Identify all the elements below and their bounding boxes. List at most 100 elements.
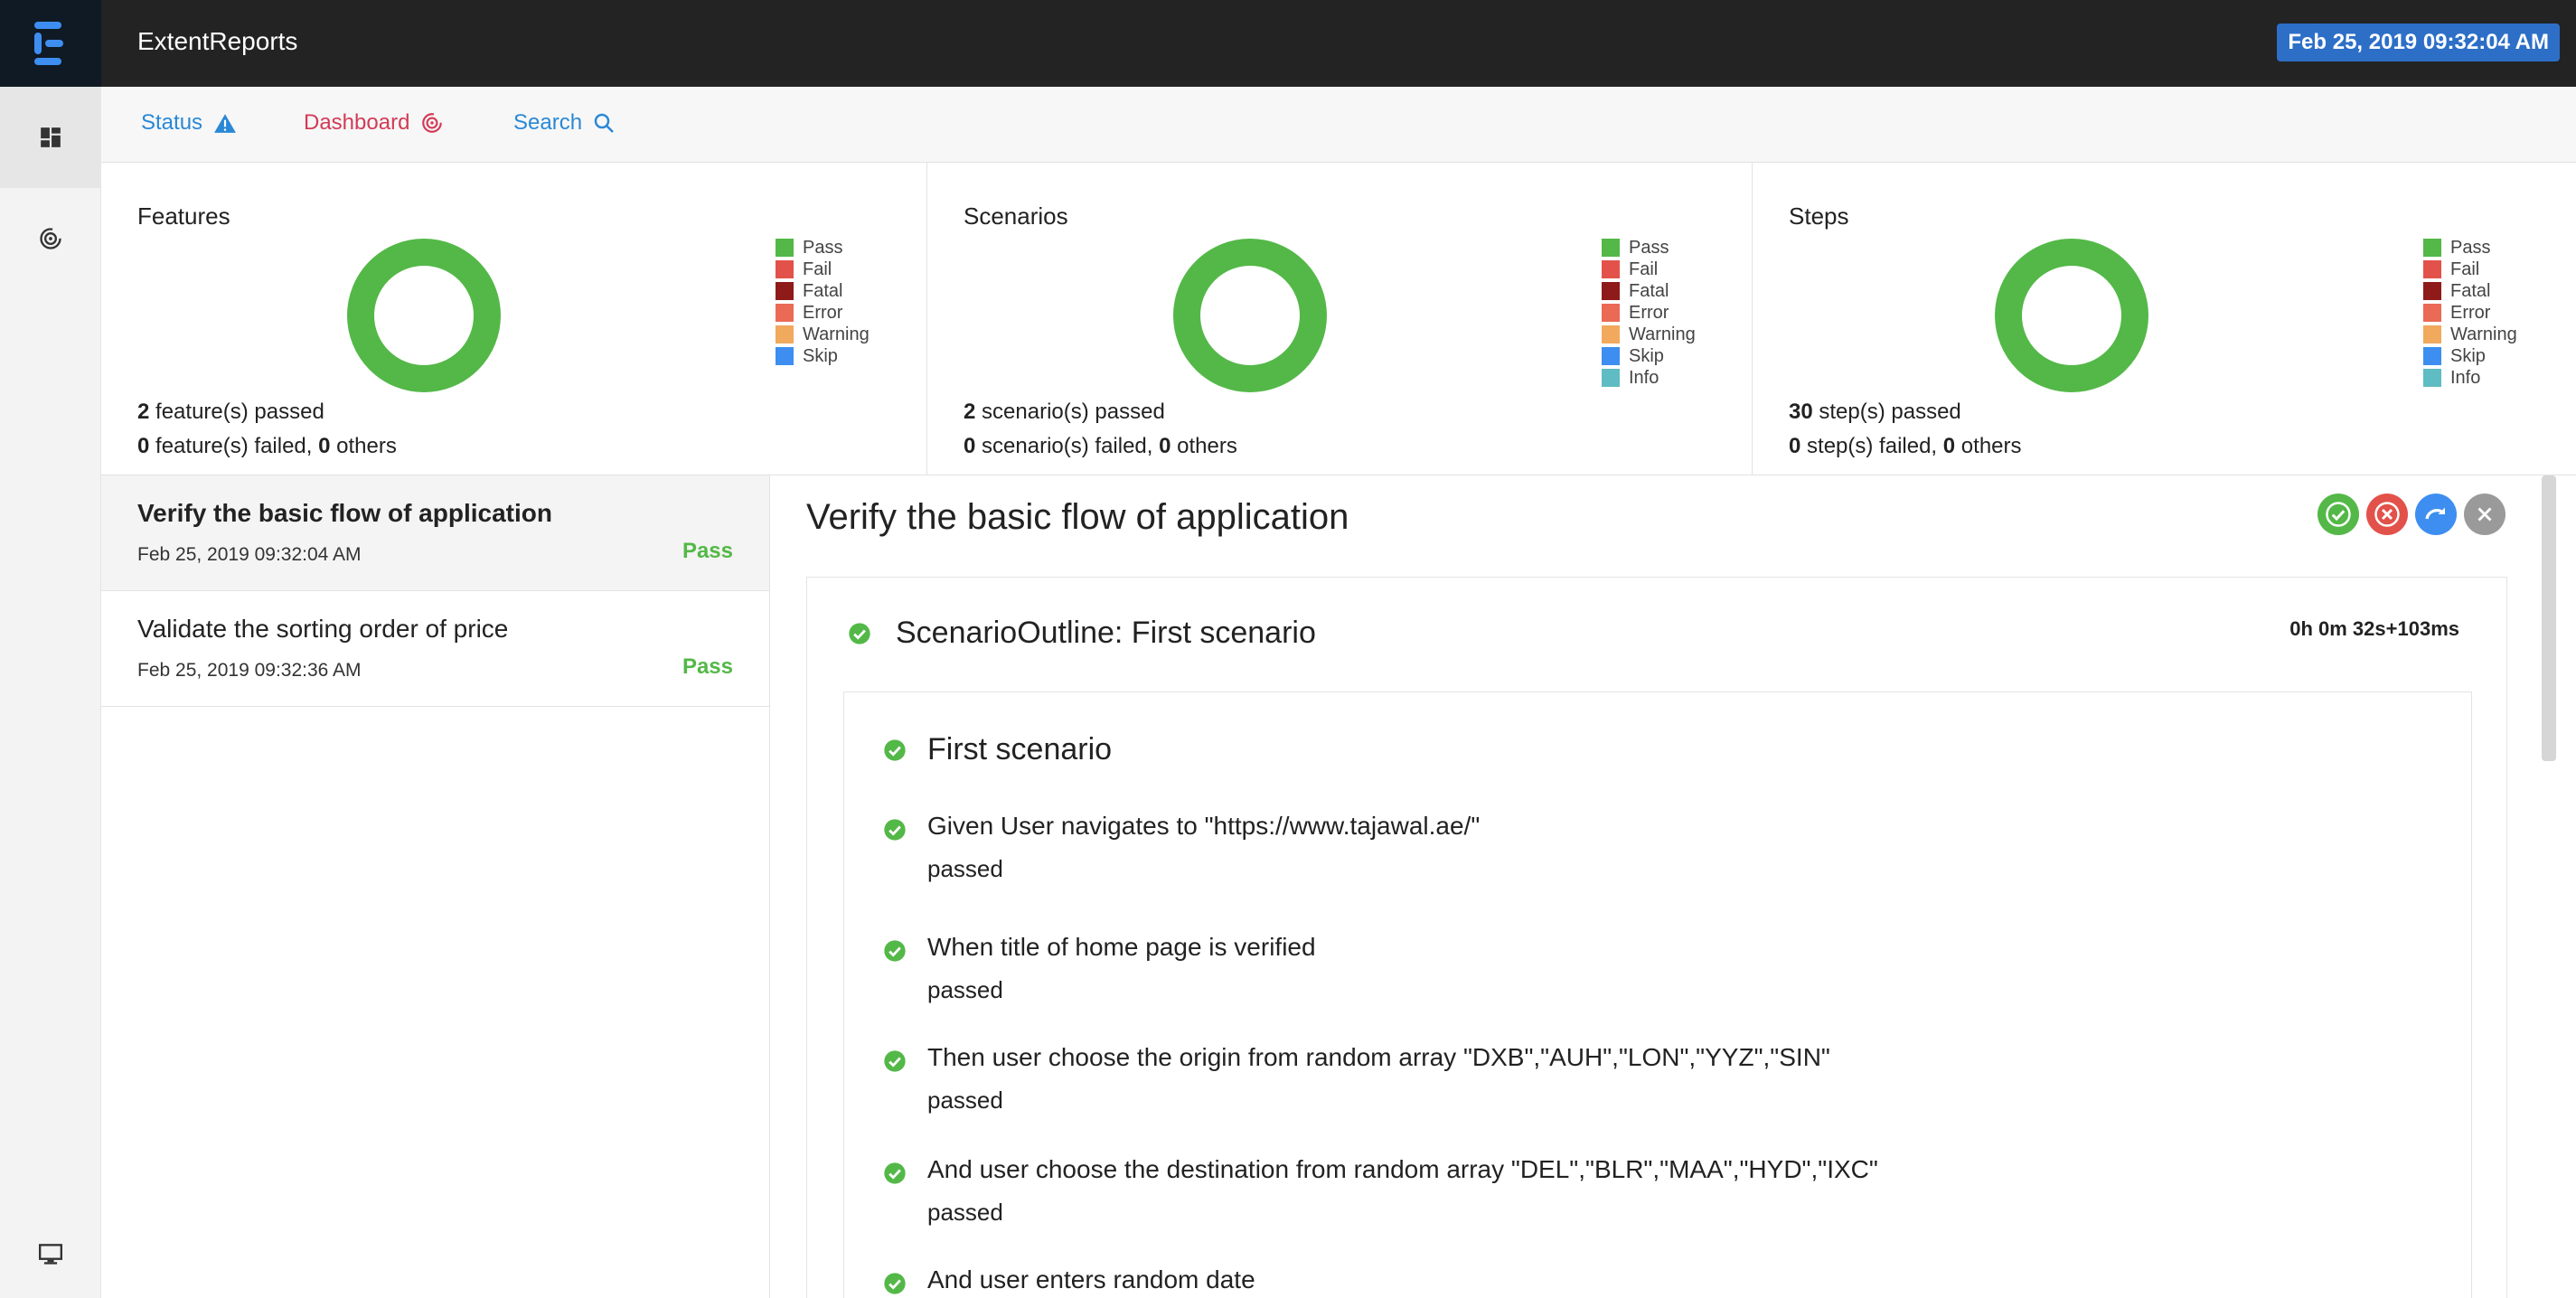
check-circle-icon — [884, 940, 906, 962]
legend-item: Info — [1602, 367, 1696, 389]
monitor-icon — [39, 1244, 62, 1265]
legend-item: Fatal — [2423, 280, 2517, 302]
step-result: passed — [927, 976, 1003, 1003]
step-text: And user choose the destination from ran… — [927, 1155, 1878, 1183]
check-circle-icon — [2326, 502, 2351, 527]
legend-item: Warning — [1602, 324, 1696, 345]
warning-icon — [214, 114, 236, 133]
test-list-item[interactable]: Validate the sorting order of price Feb … — [101, 591, 769, 707]
filter-pass-button[interactable] — [2317, 494, 2359, 535]
features-donut-chart — [347, 239, 501, 392]
step-item: Then user choose the origin from random … — [882, 1041, 1830, 1115]
step-text: Given User navigates to "https://www.taj… — [927, 812, 1481, 840]
sub-nav: Status Dashboard Search — [101, 87, 2576, 163]
report-date-badge: Feb 25, 2019 09:32:04 AM — [2277, 24, 2560, 61]
rail-item-tests[interactable] — [0, 87, 101, 188]
features-card-title: Features — [137, 202, 230, 230]
legend-item: Error — [776, 302, 870, 324]
rail-item-dashboard[interactable] — [0, 188, 101, 289]
step-result: passed — [927, 855, 1003, 882]
steps-passed-summary: 30 step(s) passed — [1789, 400, 1961, 424]
test-status: Pass — [682, 539, 733, 563]
legend-item: Error — [2423, 302, 2517, 324]
legend-item: Skip — [2423, 345, 2517, 367]
brand-name: ExtentReports — [137, 27, 298, 55]
step-item: Given User navigates to "https://www.taj… — [882, 810, 1480, 883]
test-date: Feb 25, 2019 09:32:36 AM — [137, 660, 362, 681]
legend-item: Fatal — [776, 280, 870, 302]
summary-cards: Features Pass Fail Fatal Error Warning S… — [101, 163, 2576, 475]
scenarios-donut-pass — [1173, 239, 1327, 392]
scenarios-donut-chart — [1173, 239, 1327, 392]
legend-item: Fail — [2423, 259, 2517, 280]
scenario-block: First scenario Given User navigates to "… — [843, 691, 2472, 1298]
test-list: Verify the basic flow of application Feb… — [101, 475, 770, 1298]
scenario-outline-block: ScenarioOutline: First scenario 0h 0m 32… — [806, 577, 2507, 1298]
check-circle-icon — [884, 1050, 906, 1072]
x-circle-icon — [2374, 502, 2400, 527]
legend-item: Warning — [2423, 324, 2517, 345]
radar-icon — [40, 228, 61, 249]
legend-item: Skip — [1602, 345, 1696, 367]
scenarios-legend: Pass Fail Fatal Error Warning Skip Info — [1602, 237, 1696, 389]
legend-item: Fail — [776, 259, 870, 280]
steps-donut-chart — [1995, 239, 2148, 392]
filter-clear-button[interactable] — [2464, 494, 2505, 535]
test-name: Verify the basic flow of application — [137, 499, 552, 527]
features-legend: Pass Fail Fatal Error Warning Skip — [776, 237, 870, 367]
search-icon — [594, 113, 614, 133]
features-passed-summary: 2 feature(s) passed — [137, 400, 324, 424]
legend-item: Fatal — [1602, 280, 1696, 302]
nav-search[interactable]: Search — [513, 110, 615, 136]
test-name: Validate the sorting order of price — [137, 615, 509, 643]
nav-dashboard[interactable]: Dashboard — [304, 110, 444, 136]
step-result: passed — [927, 1086, 1003, 1114]
legend-item: Fail — [1602, 259, 1696, 280]
steps-card: Steps Pass Fail Fatal Error Warning Skip… — [1753, 163, 2576, 475]
filter-skip-button[interactable] — [2415, 494, 2457, 535]
step-item: And user choose the destination from ran… — [882, 1153, 1878, 1227]
legend-item: Info — [2423, 367, 2517, 389]
test-list-item[interactable]: Verify the basic flow of application Feb… — [101, 475, 769, 591]
steps-failed-summary: 0 step(s) failed, 0 others — [1789, 434, 2022, 458]
steps-card-title: Steps — [1789, 202, 1849, 230]
step-item: And user enters random date — [882, 1264, 1255, 1298]
test-detail-panel: Verify the basic flow of application Sce… — [770, 475, 2576, 1298]
scenario-outline-header: ScenarioOutline: First scenario — [847, 616, 1316, 651]
check-circle-icon — [884, 738, 906, 761]
features-donut-pass — [347, 239, 501, 392]
detail-scrollbar[interactable] — [2542, 475, 2556, 761]
top-bar: ExtentReports Feb 25, 2019 09:32:04 AM — [101, 0, 2576, 87]
left-rail — [0, 0, 101, 1298]
scenario-header: First scenario — [882, 732, 1112, 767]
scenarios-card: Scenarios Pass Fail Fatal Error Warning … — [927, 163, 1753, 475]
legend-item: Pass — [2423, 237, 2517, 259]
nav-status[interactable]: Status — [141, 110, 237, 136]
steps-donut-pass — [1995, 239, 2148, 392]
legend-item: Skip — [776, 345, 870, 367]
legend-item: Error — [1602, 302, 1696, 324]
extent-logo[interactable] — [0, 0, 101, 87]
check-circle-icon — [884, 1273, 906, 1294]
step-text: And user enters random date — [927, 1265, 1255, 1293]
extent-logo-icon — [34, 22, 63, 65]
scenario-title: First scenario — [927, 732, 1113, 767]
scenarios-card-title: Scenarios — [964, 202, 1068, 230]
rail-item-environment[interactable] — [0, 1226, 101, 1284]
check-circle-icon — [849, 622, 870, 644]
close-icon — [2477, 507, 2492, 522]
nav-search-label: Search — [513, 110, 583, 135]
check-circle-icon — [884, 819, 906, 841]
step-result: passed — [927, 1199, 1003, 1226]
features-card: Features Pass Fail Fatal Error Warning S… — [101, 163, 927, 475]
test-status: Pass — [682, 654, 733, 679]
filter-fail-button[interactable] — [2366, 494, 2408, 535]
redo-icon — [2425, 507, 2445, 520]
legend-item: Pass — [1602, 237, 1696, 259]
nav-status-label: Status — [141, 110, 203, 135]
scenarios-passed-summary: 2 scenario(s) passed — [964, 400, 1165, 424]
scenario-duration: 0h 0m 32s+103ms — [2289, 617, 2459, 640]
test-date: Feb 25, 2019 09:32:04 AM — [137, 544, 362, 565]
test-detail-title: Verify the basic flow of application — [806, 497, 1349, 537]
legend-item: Warning — [776, 324, 870, 345]
